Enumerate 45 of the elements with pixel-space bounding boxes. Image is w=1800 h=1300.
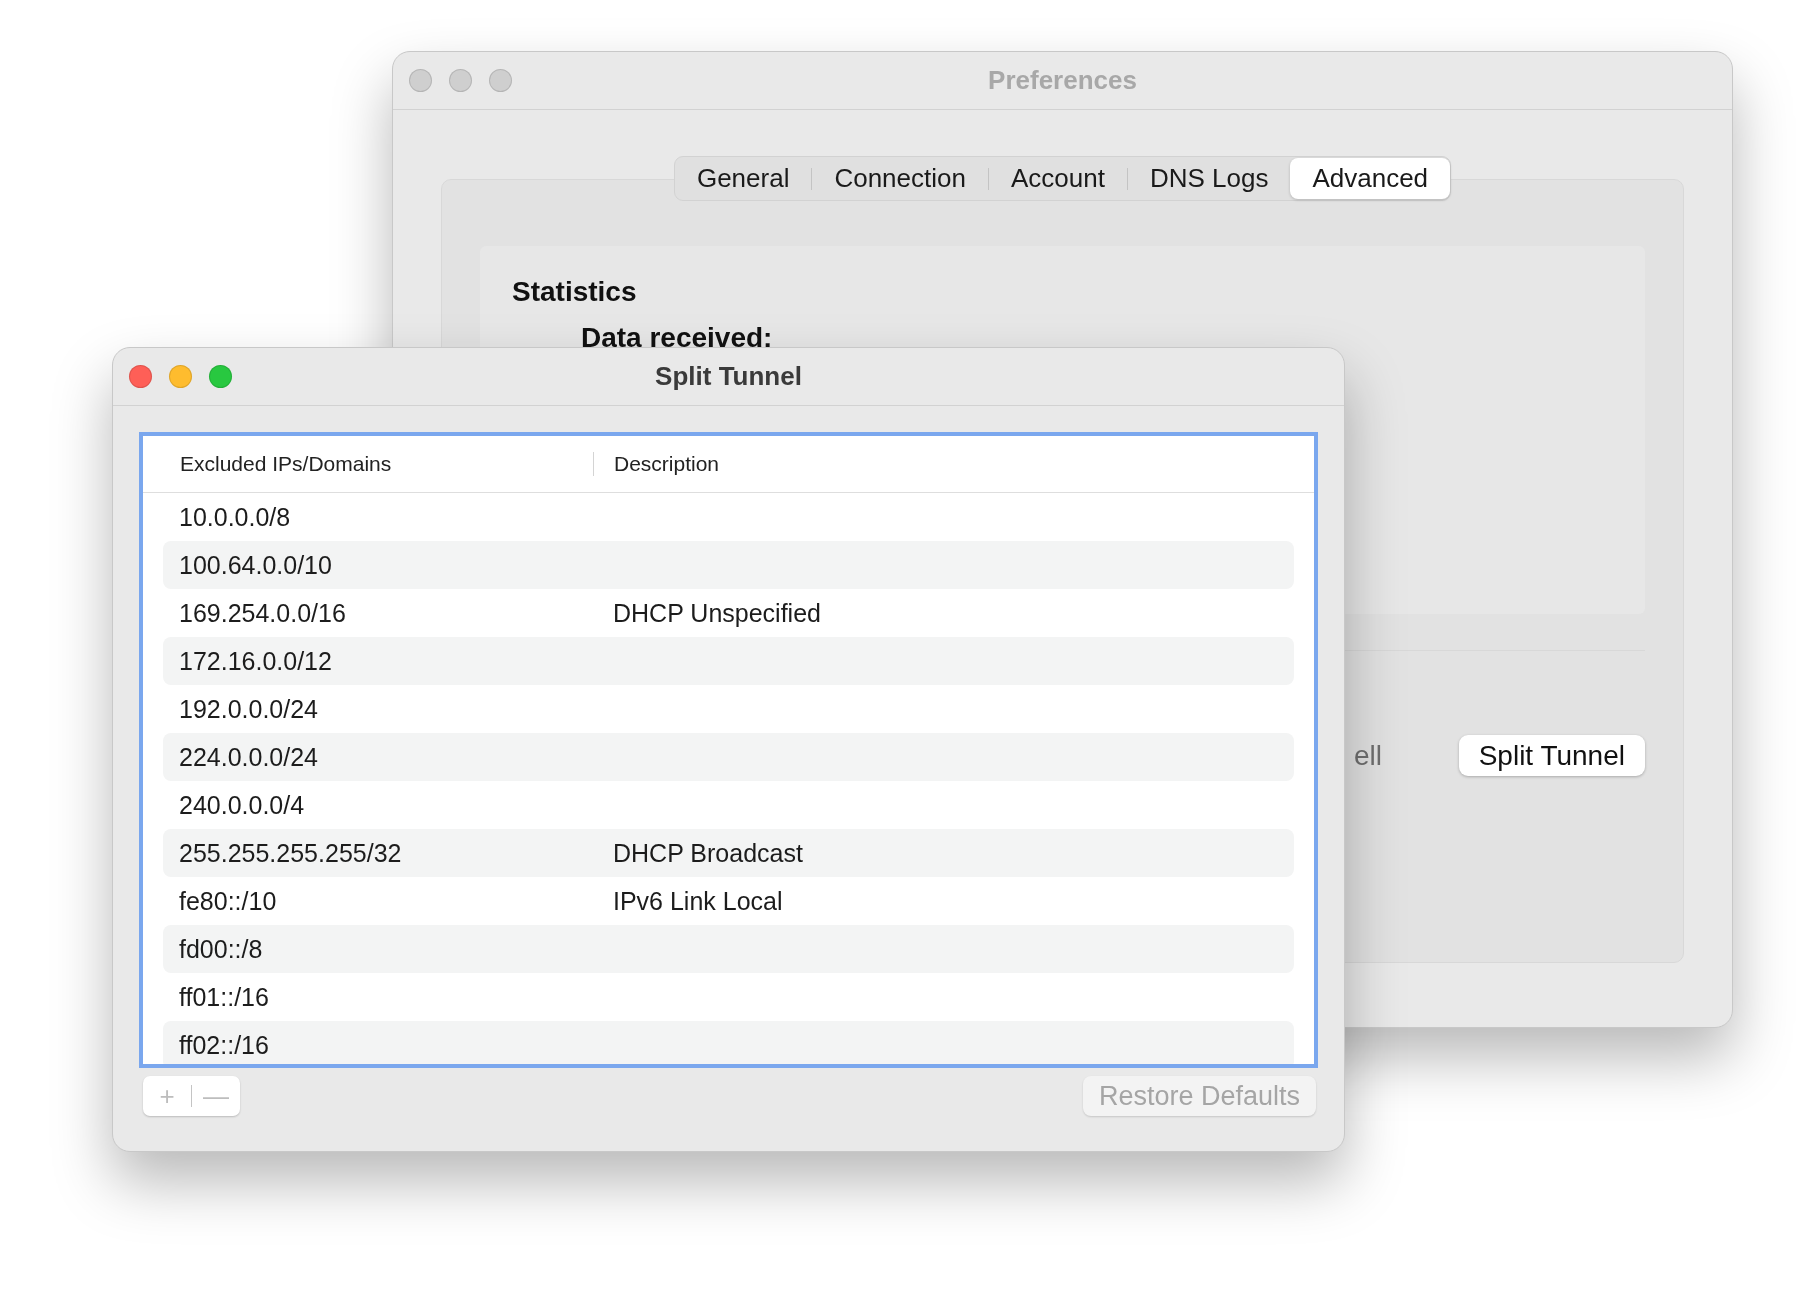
table-row[interactable]: 240.0.0.0/4 — [163, 781, 1294, 829]
table-cell-text: ff02::/16 — [179, 1030, 270, 1060]
zoom-button[interactable] — [489, 69, 512, 92]
stat-label: Data received: — [581, 322, 774, 354]
tab[interactable]: Connection — [812, 158, 988, 199]
table-cell-text: 255.255.255.255/32 — [179, 838, 403, 868]
table-cell-text: DHCP Broadcast — [613, 838, 804, 868]
zoom-button[interactable] — [209, 365, 232, 388]
table-row[interactable]: 10.0.0.0/8 — [163, 493, 1294, 541]
table-row[interactable]: 169.254.0.0/16 DHCP Unspecified — [163, 589, 1294, 637]
close-button[interactable] — [129, 365, 152, 388]
table-cell-text: 240.0.0.0/4 — [179, 790, 306, 820]
window-title: Split Tunnel — [655, 361, 802, 392]
tab[interactable]: General — [674, 158, 812, 199]
minimize-button[interactable] — [169, 365, 192, 388]
table-row[interactable]: fe80::/10 IPv6 Link Local — [163, 877, 1294, 925]
table-cell-text: 169.254.0.0/16 — [179, 598, 347, 628]
table-row[interactable]: ff01::/16 — [163, 973, 1294, 1021]
tab[interactable]: Advanced — [1290, 158, 1451, 199]
tab[interactable]: Account — [988, 158, 1127, 199]
table-row[interactable]: ff02::/16 — [163, 1021, 1294, 1064]
window-title: Preferences — [988, 65, 1137, 96]
section-heading: Statistics — [512, 276, 638, 308]
close-button[interactable] — [409, 69, 432, 92]
table-cell-text: IPv6 Link Local — [613, 886, 784, 916]
table-cell-text: 10.0.0.0/8 — [179, 502, 292, 532]
table-cell-text: 224.0.0.0/24 — [179, 742, 319, 772]
table-cell-text: ff01::/16 — [179, 982, 270, 1012]
table-row[interactable]: 172.16.0.0/12 — [163, 637, 1294, 685]
minimize-button[interactable] — [449, 69, 472, 92]
table-cell-text: 192.0.0.0/24 — [179, 694, 319, 724]
table-cell-text: 172.16.0.0/12 — [179, 646, 333, 676]
setting-label: ell — [1354, 739, 1382, 772]
table-row[interactable]: fd00::/8 — [163, 925, 1294, 973]
split-tunnel-button[interactable]: Split Tunnel — [1458, 735, 1645, 776]
table-cell-text: DHCP Unspecified — [613, 598, 822, 628]
table-cell-text: fd00::/8 — [179, 934, 264, 964]
table-row[interactable]: 224.0.0.0/24 — [163, 733, 1294, 781]
table-cell-text: fe80::/10 — [179, 886, 278, 916]
table-row[interactable]: 100.64.0.0/10 — [163, 541, 1294, 589]
tab[interactable]: DNS Logs — [1127, 158, 1291, 199]
column-header[interactable]: Description — [593, 452, 1314, 476]
table-cell-text: 100.64.0.0/10 — [179, 550, 333, 580]
table-row[interactable]: 192.0.0.0/24 — [163, 685, 1294, 733]
table-row[interactable]: 255.255.255.255/32 DHCP Broadcast — [163, 829, 1294, 877]
